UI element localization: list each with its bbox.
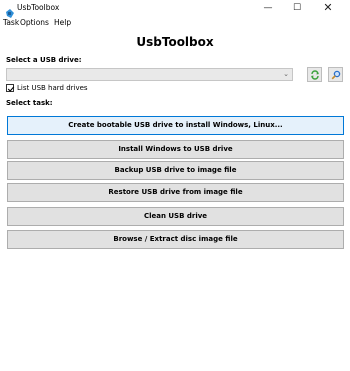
backup-usb-button[interactable]: Backup USB drive to image file xyxy=(7,161,344,180)
menu-options[interactable]: Options xyxy=(20,17,49,29)
create-bootable-usb-button[interactable]: Create bootable USB drive to install Win… xyxy=(7,116,344,135)
close-button[interactable]: ✕ xyxy=(314,0,342,17)
refresh-drives-button[interactable] xyxy=(307,67,322,82)
minimize-button[interactable]: — xyxy=(254,0,282,17)
refresh-icon xyxy=(311,70,319,80)
menu-bar: Task Options Help xyxy=(0,17,350,29)
menu-task[interactable]: Task xyxy=(3,17,19,29)
install-windows-button[interactable]: Install Windows to USB drive xyxy=(7,140,344,159)
window-title: UsbToolbox xyxy=(17,3,60,12)
app-heading: UsbToolbox xyxy=(136,35,214,49)
list-hard-drives-checkbox[interactable] xyxy=(6,84,15,92)
browse-extract-image-button[interactable]: Browse / Extract disc image file xyxy=(7,230,344,249)
magnifier-icon xyxy=(331,70,341,80)
menu-help[interactable]: Help xyxy=(54,17,71,29)
usb-drive-select[interactable]: ⌄ xyxy=(6,68,293,81)
checkmark-icon xyxy=(7,86,15,92)
chevron-down-icon: ⌄ xyxy=(283,70,289,78)
restore-usb-button[interactable]: Restore USB drive from image file xyxy=(7,183,344,202)
select-task-label: Select task: xyxy=(6,99,53,107)
clean-usb-button[interactable]: Clean USB drive xyxy=(7,207,344,226)
maximize-button[interactable]: ☐ xyxy=(283,0,311,17)
title-bar: UsbToolbox — ☐ ✕ xyxy=(0,0,350,18)
usb-app-icon xyxy=(5,4,14,18)
list-hard-drives-label: List USB hard drives xyxy=(17,84,88,92)
select-drive-label: Select a USB drive: xyxy=(6,56,82,64)
search-drive-button[interactable] xyxy=(328,67,343,82)
